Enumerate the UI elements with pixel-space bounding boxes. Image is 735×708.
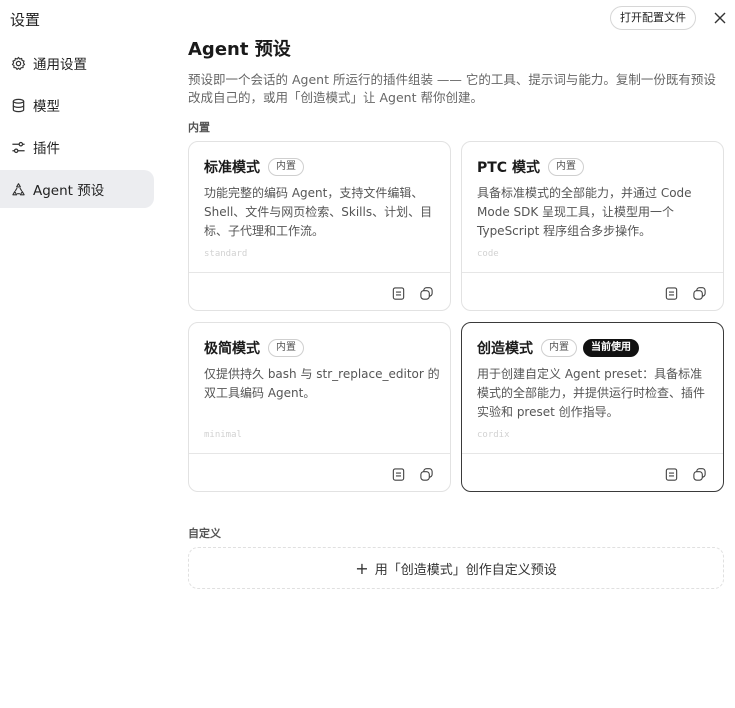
plus-icon: +	[355, 558, 369, 578]
preset-card-creator[interactable]: 创造模式 内置 当前使用 用于创建自定义 Agent preset：具备标准模式…	[461, 322, 724, 492]
open-config-button[interactable]: 打开配置文件	[610, 6, 696, 30]
sidebar-item-label: 插件	[33, 141, 60, 157]
sidebar-item-plugins[interactable]: 插件	[0, 128, 154, 166]
builtin-badge: 内置	[268, 339, 304, 357]
settings-title: 设置	[10, 11, 41, 29]
preset-name: PTC 模式	[477, 160, 540, 176]
card-footer	[462, 453, 723, 491]
copy-icon[interactable]	[418, 285, 434, 301]
sidebar-item-agent-presets[interactable]: Agent 预设	[0, 170, 154, 208]
preset-description: 仅提供持久 bash 与 str_replace_editor 的双工具编码 A…	[204, 367, 440, 400]
sidebar-item-models[interactable]: 模型	[0, 86, 154, 124]
view-document-icon[interactable]	[390, 466, 406, 482]
sidebar-item-label: 通用设置	[33, 57, 87, 73]
copy-icon[interactable]	[691, 466, 707, 482]
database-icon	[10, 97, 26, 113]
builtin-badge: 内置	[541, 339, 577, 357]
create-custom-preset-button[interactable]: + 用「创造模式」创作自定义预设	[188, 547, 724, 589]
preset-description: 具备标准模式的全部能力，并通过 Code Mode SDK 呈现工具，让模型用一…	[477, 186, 692, 238]
preset-card-ptc[interactable]: PTC 模式 内置 具备标准模式的全部能力，并通过 Code Mode SDK …	[461, 141, 724, 311]
builtin-badge: 内置	[547, 158, 584, 176]
page-title: Agent 预设	[188, 39, 291, 60]
sidebar: 通用设置 模型 插件 Agent 预设	[0, 44, 160, 212]
sidebar-item-general[interactable]: 通用设置	[0, 44, 154, 82]
view-document-icon[interactable]	[663, 285, 679, 301]
create-custom-label: 用「创造模式」创作自定义预设	[374, 562, 557, 578]
view-document-icon[interactable]	[663, 466, 679, 482]
card-footer	[189, 272, 450, 310]
sliders-icon	[10, 139, 26, 155]
copy-icon[interactable]	[418, 466, 434, 482]
preset-description: 用于创建自定义 Agent preset：具备标准模式的全部能力，并提供运行时检…	[477, 367, 706, 419]
page-description: 预设即一个会话的 Agent 所运行的插件组装 —— 它的工具、提示词与能力。复…	[188, 72, 716, 105]
preset-id: cordix	[477, 430, 510, 440]
current-in-use-badge: 当前使用	[583, 339, 639, 357]
card-footer	[189, 453, 450, 491]
custom-section-label: 自定义	[188, 527, 221, 540]
card-footer	[462, 272, 723, 310]
gear-icon	[10, 55, 26, 71]
agent-preset-icon	[10, 181, 26, 197]
view-document-icon[interactable]	[390, 285, 406, 301]
close-icon[interactable]	[711, 9, 729, 27]
builtin-section-label: 内置	[188, 121, 210, 134]
preset-grid: 标准模式 内置 功能完整的编码 Agent，支持文件编辑、Shell、文件与网页…	[188, 141, 724, 493]
preset-name: 极简模式	[204, 341, 260, 357]
sidebar-item-label: 模型	[33, 99, 60, 115]
preset-description: 功能完整的编码 Agent，支持文件编辑、Shell、文件与网页检索、Skill…	[204, 186, 433, 238]
sidebar-item-label: Agent 预设	[33, 183, 105, 199]
preset-name: 创造模式	[477, 341, 533, 357]
preset-name: 标准模式	[204, 160, 260, 176]
copy-icon[interactable]	[691, 285, 707, 301]
builtin-badge: 内置	[268, 158, 304, 176]
preset-card-standard[interactable]: 标准模式 内置 功能完整的编码 Agent，支持文件编辑、Shell、文件与网页…	[188, 141, 451, 311]
preset-id: code	[477, 249, 499, 259]
preset-id: standard	[204, 249, 248, 259]
preset-id: minimal	[204, 430, 242, 440]
main-content: Agent 预设 预设即一个会话的 Agent 所运行的插件组装 —— 它的工具…	[188, 38, 724, 135]
preset-card-minimal[interactable]: 极简模式 内置 仅提供持久 bash 与 str_replace_editor …	[188, 322, 451, 492]
